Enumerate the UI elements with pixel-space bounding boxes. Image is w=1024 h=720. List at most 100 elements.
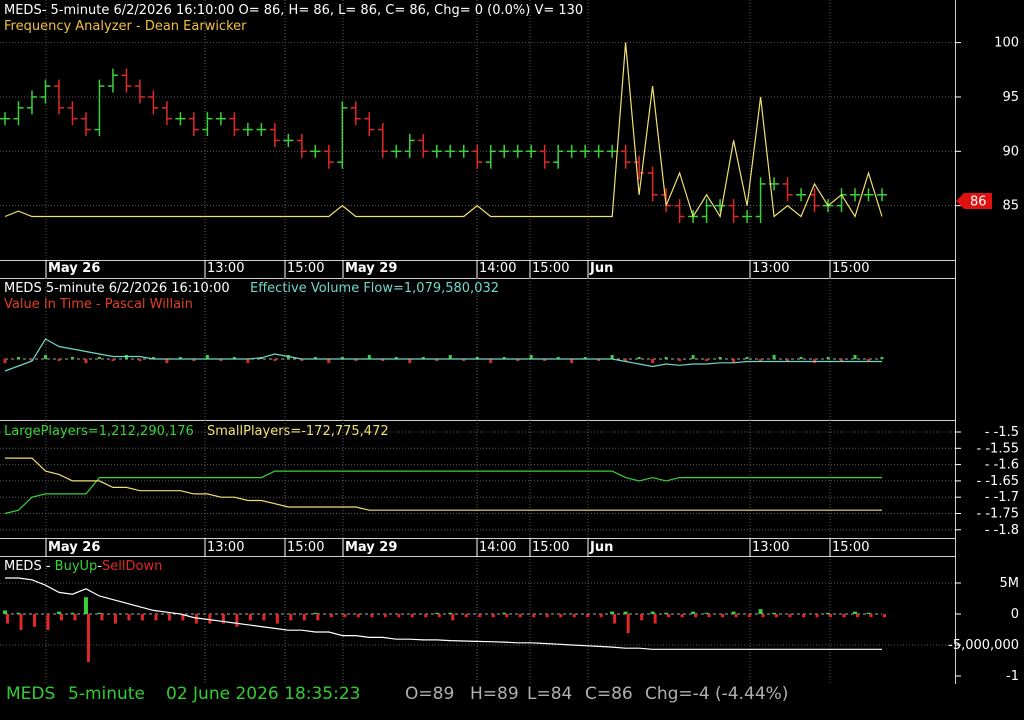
flow-bar	[867, 359, 871, 361]
flow-bar	[624, 359, 628, 361]
panel1-header: MEDS- 5-minute 6/2/2026 16:10:00 O= 86, …	[4, 3, 583, 18]
x-tick-label: May 29	[345, 540, 397, 555]
selldown-bar	[559, 614, 563, 618]
buyup-bar	[313, 612, 318, 614]
selldown-bar	[235, 614, 239, 627]
flow-bar	[772, 355, 776, 359]
selldown-bar	[775, 614, 779, 618]
selldown-bar	[167, 614, 171, 621]
selldown-bar	[856, 614, 860, 618]
selldown-bar	[370, 614, 374, 618]
selldown-bar	[208, 614, 212, 624]
flow-bar	[664, 357, 668, 359]
x-tick-label: 14:00	[479, 540, 516, 555]
selldown-bar	[667, 614, 671, 618]
buyup-bar	[83, 597, 88, 614]
buyup-bar	[866, 612, 871, 614]
selldown-bar	[464, 614, 468, 618]
y-tick-label-buyup: 0	[1011, 607, 1019, 622]
panel2-subheader: Value In Time - Pascal Willain	[4, 297, 193, 312]
flow-bar	[651, 359, 655, 363]
flow-bar	[826, 357, 830, 359]
buyup-bar	[704, 612, 709, 614]
y-tick-label-price: 95	[1002, 90, 1019, 105]
flow-bar	[691, 355, 695, 359]
x-tick-label: 13:00	[207, 261, 244, 276]
selldown-bar	[869, 614, 873, 618]
y-tick-label-buyup: -1	[1006, 669, 1019, 684]
selldown-bar	[815, 614, 819, 618]
selldown-bar	[640, 614, 644, 621]
x-tick-label: 14:00	[479, 261, 516, 276]
selldown-bar	[829, 614, 833, 618]
x-tick-label: May 26	[48, 540, 100, 555]
flow-bar	[745, 357, 749, 359]
y-tick-label-price: 85	[1002, 199, 1019, 214]
selldown-bar	[262, 614, 266, 621]
x-tick-label: May 29	[345, 261, 397, 276]
selldown-bar	[329, 614, 333, 618]
y-tick-label-players: - -1.5	[985, 425, 1019, 440]
buyup-bar	[623, 611, 628, 614]
status-symbol: MEDS	[6, 684, 56, 704]
x-tick-label: 13:00	[752, 261, 789, 276]
x-tick-label: 15:00	[832, 540, 869, 555]
selldown-bar	[761, 614, 765, 618]
flow-bar	[43, 355, 47, 359]
chart-canvas: 859095100- -1.5- -1.55- -1.6- -1.65- -1.…	[0, 0, 1024, 684]
y-tick-label-price: 100	[994, 36, 1019, 51]
selldown-bar	[451, 614, 455, 621]
buyup-bar	[502, 612, 507, 614]
selldown-bar	[6, 614, 9, 624]
selldown-bar	[302, 614, 306, 621]
buyup-bar	[826, 612, 831, 614]
flow-bar	[138, 359, 142, 361]
flow-bar	[705, 359, 709, 361]
selldown-bar	[721, 614, 725, 618]
x-tick-label: 13:00	[207, 540, 244, 555]
selldown-bar	[383, 614, 387, 618]
selldown-bar	[653, 614, 657, 624]
status-change: Chg=-4 (-4.44%)	[645, 684, 789, 704]
status-open: O=89	[405, 684, 455, 704]
flow-bar	[3, 359, 7, 363]
selldown-bar	[518, 614, 522, 618]
buyup-bar	[70, 612, 75, 614]
selldown-bar	[59, 614, 63, 621]
y-tick-label-players: - -1.75	[977, 507, 1019, 522]
y-tick-label-players: - -1.6	[985, 458, 1019, 473]
x-tick-label: Jun	[589, 540, 613, 555]
x-tick-label: 13:00	[752, 540, 789, 555]
buyup-label: BuyUp	[55, 559, 98, 574]
buyup-bar	[3, 610, 7, 614]
y-tick-label-players: - -1.65	[977, 474, 1019, 489]
selldown-bar	[572, 614, 576, 618]
selldown-bar	[599, 614, 603, 618]
x-tick-label: 15:00	[287, 261, 324, 276]
panel1-subheader: Frequency Analyzer - Dean Earwicker	[4, 19, 247, 34]
selldown-bar	[437, 614, 441, 618]
y-tick-label-players: - -1.8	[985, 523, 1019, 538]
x-tick-label: May 26	[48, 261, 100, 276]
flow-bar	[111, 359, 115, 361]
x-tick-label: Jun	[589, 261, 613, 276]
small-players-label: SmallPlayers=-172,775,472	[207, 424, 389, 439]
status-low: L=84	[527, 684, 573, 704]
flow-bar	[786, 359, 790, 361]
large-players-label: LargePlayers=1,212,290,176	[4, 424, 194, 439]
selldown-bar	[748, 614, 752, 618]
buyup-bar	[434, 612, 439, 614]
selldown-bar	[316, 614, 320, 621]
selldown-bar	[86, 614, 90, 662]
x-tick-label: 15:00	[287, 540, 324, 555]
buyup-bar	[731, 611, 736, 614]
buyup-bar	[448, 612, 453, 614]
status-interval: 5-minute	[68, 684, 145, 704]
flow-bar	[57, 359, 61, 361]
panel2-header-symbol: MEDS 5-minute 6/2/2026 16:10:00	[4, 281, 230, 296]
buyup-bar	[853, 611, 858, 614]
selldown-bar	[802, 614, 806, 618]
flow-bar	[718, 357, 722, 359]
selldown-bar	[505, 614, 509, 618]
y-tick-label-players: - -1.7	[985, 490, 1019, 505]
